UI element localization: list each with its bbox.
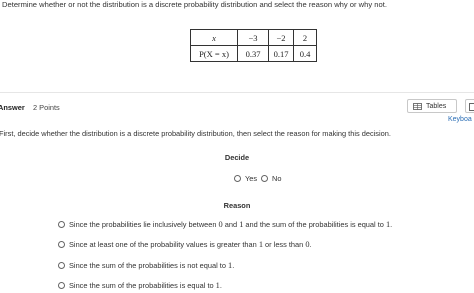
instructions-text: First, decide whether the distribution i…: [0, 129, 391, 138]
table-cell: −3: [237, 29, 269, 46]
reason-option-text: Since the probabilities lie inclusively …: [69, 220, 393, 229]
reason-radio[interactable]: [58, 221, 65, 228]
table-cell: 2: [293, 29, 317, 46]
section-divider: [0, 92, 474, 93]
reason-option-text: Since the sum of the probabilities is no…: [69, 261, 235, 270]
reason-option-2[interactable]: Since at least one of the probability va…: [58, 240, 312, 249]
table-row: P(X = x) 0.37 0.17 0.4: [190, 45, 317, 62]
reason-option-3[interactable]: Since the sum of the probabilities is no…: [58, 261, 234, 270]
table-icon: [413, 102, 422, 110]
calculator-button[interactable]: [465, 99, 474, 113]
yes-option[interactable]: Yes: [234, 174, 257, 183]
table-cell: 0.4: [293, 45, 317, 62]
reason-radio[interactable]: [58, 241, 65, 248]
yes-radio[interactable]: [234, 175, 241, 182]
table-header-probability: P(X = x): [190, 45, 238, 62]
reason-option-1[interactable]: Since the probabilities lie inclusively …: [58, 220, 392, 229]
table-header-x: x: [190, 29, 238, 46]
reason-heading: Reason: [223, 201, 251, 210]
distribution-table: x −3 −2 2 P(X = x) 0.37 0.17 0.4: [190, 29, 317, 62]
no-radio[interactable]: [261, 175, 268, 182]
reason-radio[interactable]: [58, 282, 65, 289]
table-cell: −2: [268, 29, 294, 46]
question-text: Determine whether or not the distributio…: [2, 0, 387, 9]
decide-heading: Decide: [224, 153, 250, 162]
reason-option-4[interactable]: Since the sum of the probabilities is eq…: [58, 281, 222, 290]
points-label: 2 Points: [33, 103, 60, 112]
reason-option-text: Since the sum of the probabilities is eq…: [69, 281, 222, 290]
tables-button-label: Tables: [426, 102, 447, 110]
table-cell: 0.37: [237, 45, 269, 62]
calculator-icon: [469, 103, 474, 111]
table-row: x −3 −2 2: [190, 29, 317, 46]
table-cell: 0.17: [268, 45, 294, 62]
answer-label: Answer: [0, 103, 25, 112]
keyboard-link[interactable]: Keyboa: [448, 116, 472, 123]
no-option[interactable]: No: [261, 174, 281, 183]
tables-button[interactable]: Tables: [407, 99, 457, 113]
no-label: No: [272, 174, 282, 183]
reason-option-text: Since at least one of the probability va…: [69, 240, 312, 249]
reason-radio[interactable]: [58, 262, 65, 269]
yes-label: Yes: [245, 174, 258, 183]
